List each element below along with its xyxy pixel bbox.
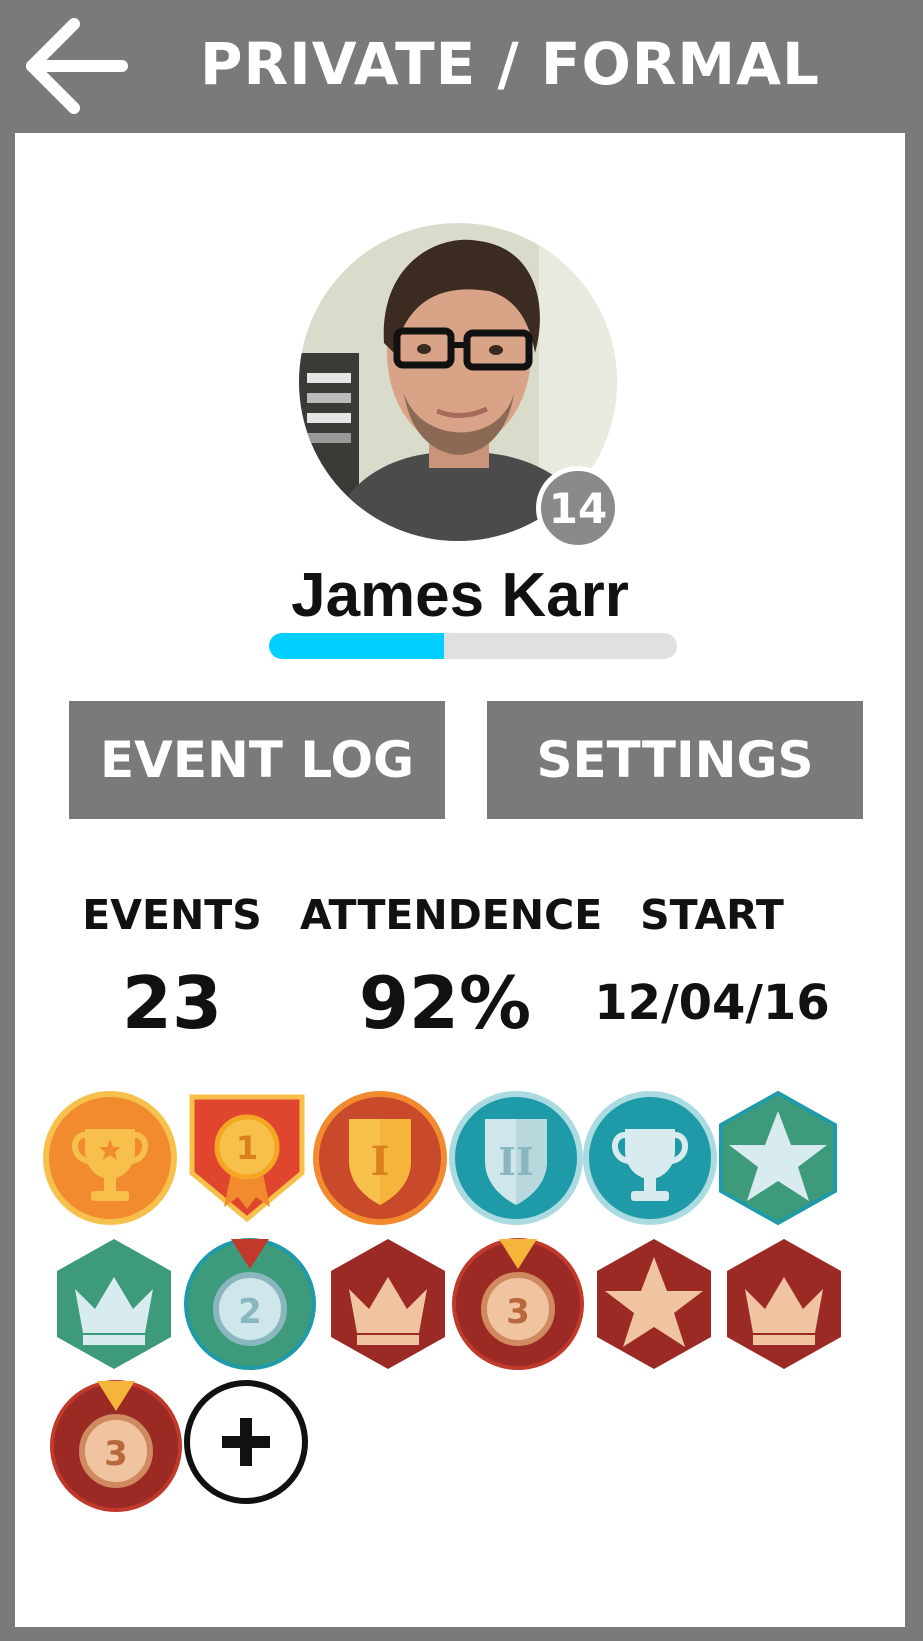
xp-progress-fill xyxy=(269,633,445,659)
gold-medal-ribbon-icon[interactable]: 1 xyxy=(178,1089,316,1227)
bronze-medal-icon[interactable]: 3 xyxy=(47,1377,185,1515)
stat-label-events: EVENTS xyxy=(82,891,262,939)
svg-text:3: 3 xyxy=(104,1434,128,1474)
silver-medal-icon[interactable]: 2 xyxy=(181,1235,319,1373)
bronze-crown-icon[interactable] xyxy=(715,1235,853,1373)
profile-card: 14 James Karr EVENT LOG SETTINGS EVENTS … xyxy=(15,133,905,1627)
svg-text:I: I xyxy=(371,1138,390,1185)
stat-label-attendance: ATTENDENCE xyxy=(300,891,603,939)
page-title: PRIVATE / FORMAL xyxy=(200,30,820,98)
stat-value-attendance: 92% xyxy=(358,961,532,1045)
add-badge-button[interactable] xyxy=(184,1380,308,1504)
xp-progress-bar xyxy=(269,633,677,659)
settings-button[interactable]: SETTINGS xyxy=(487,701,863,819)
arrow-left-icon xyxy=(26,18,128,114)
teal-star-icon[interactable] xyxy=(709,1089,847,1227)
top-bar: PRIVATE / FORMAL xyxy=(0,0,923,128)
svg-text:1: 1 xyxy=(236,1129,258,1167)
bronze-star-icon[interactable] xyxy=(585,1235,723,1373)
svg-text:II: II xyxy=(498,1139,534,1184)
user-name: James Karr xyxy=(291,561,629,630)
event-log-button[interactable]: EVENT LOG xyxy=(69,701,445,819)
silver-shield-icon[interactable]: II xyxy=(447,1089,585,1227)
stat-value-events: 23 xyxy=(121,961,223,1045)
stat-value-start: 12/04/16 xyxy=(594,975,830,1031)
bronze-medal-icon[interactable]: 3 xyxy=(449,1235,587,1373)
bronze-crown-icon[interactable] xyxy=(319,1235,457,1373)
plus-icon xyxy=(222,1418,270,1466)
stat-label-start: START xyxy=(640,891,784,939)
svg-text:2: 2 xyxy=(238,1292,262,1332)
gold-shield-icon[interactable]: I xyxy=(311,1089,449,1227)
silver-crown-icon[interactable] xyxy=(45,1235,183,1373)
back-button[interactable] xyxy=(22,16,130,116)
svg-text:3: 3 xyxy=(506,1292,530,1332)
level-badge: 14 xyxy=(536,466,620,550)
gold-trophy-icon[interactable] xyxy=(41,1089,179,1227)
silver-trophy-icon[interactable] xyxy=(581,1089,719,1227)
